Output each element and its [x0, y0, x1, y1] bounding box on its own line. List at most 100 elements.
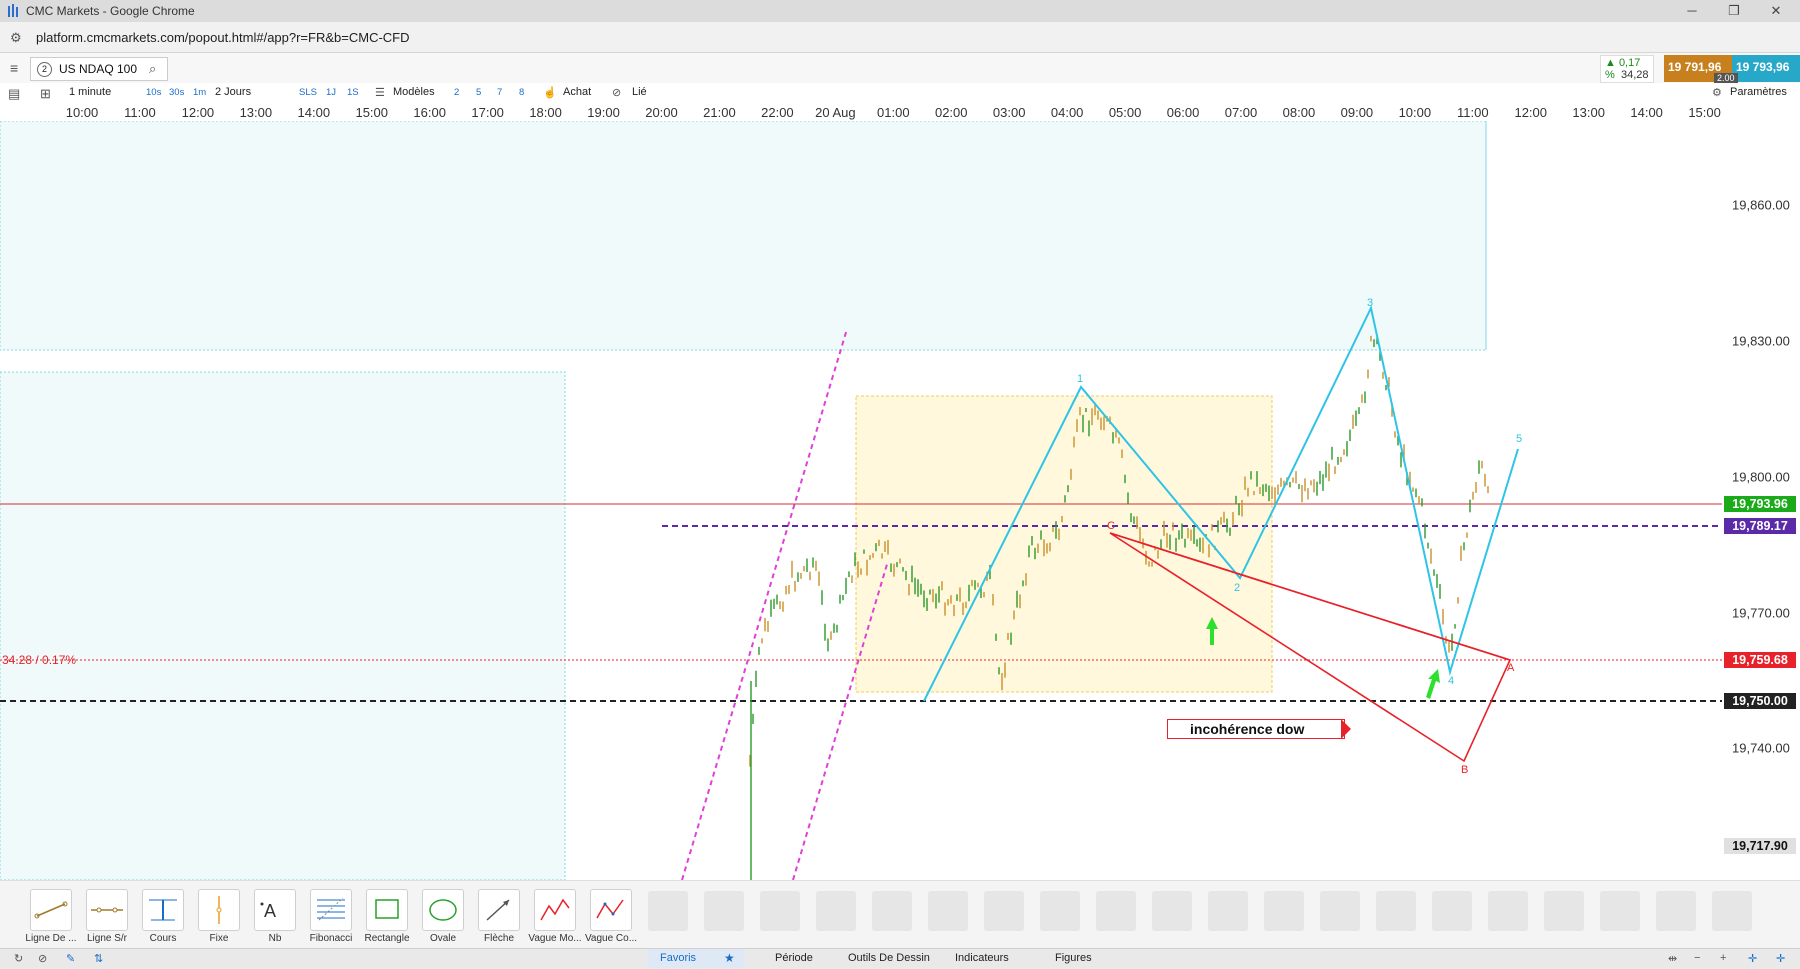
empty-tool-slot[interactable]: [928, 891, 968, 931]
menu-icon[interactable]: ≡: [10, 60, 18, 76]
empty-tool-slot[interactable]: [1320, 891, 1360, 931]
time-axis-label: 15:00: [1688, 105, 1721, 120]
swap-icon[interactable]: ⇅: [94, 952, 103, 965]
tab-indicateurs[interactable]: Indicateurs: [955, 952, 1009, 964]
empty-tool-slot[interactable]: [1432, 891, 1472, 931]
models-button[interactable]: Modèles: [393, 86, 435, 98]
empty-tool-slot[interactable]: [1544, 891, 1584, 931]
period-select[interactable]: 2 Jours: [215, 86, 251, 98]
price-chart[interactable]: 1 2 3 4 5 A B C 34.28 / 0.17% incohérenc…: [0, 121, 1723, 880]
empty-tool-slot[interactable]: [1208, 891, 1248, 931]
cancel-icon[interactable]: ⊘: [38, 952, 47, 965]
crosshair-lock-icon[interactable]: ✛: [1776, 952, 1785, 965]
price-axis: 19,860.00 19,830.00 19,800.00 19,770.00 …: [1722, 121, 1800, 880]
time-axis-label: 06:00: [1166, 105, 1200, 120]
tool-button-arrow[interactable]: [478, 889, 520, 931]
tool-button-text[interactable]: A: [254, 889, 296, 931]
empty-tool-slot[interactable]: [1656, 891, 1696, 931]
time-axis-label: 07:00: [1224, 105, 1258, 120]
tool-button-vertical-line[interactable]: [198, 889, 240, 931]
interval-select[interactable]: 1 minute: [69, 86, 111, 98]
buy-button[interactable]: 19 793,96: [1732, 55, 1800, 82]
wave-label-b: B: [1461, 764, 1469, 776]
zoom-out-icon[interactable]: −: [1694, 952, 1700, 964]
tab-favoris[interactable]: Favoris ★: [648, 949, 744, 968]
tool-button-fibonacci[interactable]: [310, 889, 352, 931]
close-button[interactable]: ✕: [1756, 2, 1796, 20]
drawing-tools-bar: Ligne De ... Ligne S/r Cours Fixe A Nb Fibonac…: [0, 880, 1800, 949]
minimize-button[interactable]: ─: [1672, 2, 1712, 20]
tool-button-trend-line[interactable]: [30, 889, 72, 931]
tab-number: 2: [37, 62, 52, 77]
empty-tool-slot[interactable]: [1152, 891, 1192, 931]
period-1s-button[interactable]: 1S: [347, 87, 359, 98]
model-2-button[interactable]: 2: [454, 87, 459, 98]
note-arrow-icon: [1341, 719, 1351, 739]
tool-label: Vague Mo...: [528, 933, 582, 944]
tool-button-price-line[interactable]: [142, 889, 184, 931]
interval-30s-button[interactable]: 30s: [169, 87, 184, 98]
empty-tool-slot[interactable]: [704, 891, 744, 931]
tool-button-oval[interactable]: [422, 889, 464, 931]
link-button[interactable]: Lié: [632, 86, 647, 98]
empty-tool-slot[interactable]: [1712, 891, 1752, 931]
wave-motive-icon: [540, 898, 570, 921]
search-icon[interactable]: ⌕: [149, 61, 156, 77]
note-label[interactable]: incohérence dow: [1167, 719, 1345, 739]
model-7-button[interactable]: 7: [497, 87, 502, 98]
interval-1m-button[interactable]: 1m: [193, 87, 206, 98]
price-axis-label: 19,770.00: [1732, 605, 1790, 621]
tab-figures[interactable]: Figures: [1055, 952, 1092, 964]
sell-price: 19 791,96: [1668, 60, 1722, 74]
wave-label-3: 3: [1367, 297, 1374, 309]
interval-10s-button[interactable]: 10s: [146, 87, 161, 98]
model-8-button[interactable]: 8: [519, 87, 524, 98]
settings-icon[interactable]: ⚙: [1712, 86, 1722, 99]
instrument-tab[interactable]: 2 US NDAQ 100 ⌕: [30, 57, 168, 81]
model-5-button[interactable]: 5: [476, 87, 481, 98]
empty-tool-slot[interactable]: [648, 891, 688, 931]
empty-tool-slot[interactable]: [1096, 891, 1136, 931]
tool-label: Ligne De ...: [25, 933, 77, 944]
url-field[interactable]: platform.cmcmarkets.com/popout.html#/app…: [36, 30, 410, 45]
tool-button-sr-line[interactable]: [86, 889, 128, 931]
grid-icon[interactable]: ⊞: [40, 86, 51, 102]
time-axis-label: 12:00: [1514, 105, 1548, 120]
zone-upper-rect: [0, 121, 1487, 351]
layout-icon[interactable]: ▤: [8, 86, 20, 102]
empty-tool-slot[interactable]: [1040, 891, 1080, 931]
empty-tool-slot[interactable]: [760, 891, 800, 931]
crosshair-icon[interactable]: ✛: [1748, 952, 1757, 965]
price-axis-label: 19,740.00: [1732, 740, 1790, 756]
fit-icon[interactable]: ⇹: [1668, 952, 1677, 965]
tab-outils-de-dessin[interactable]: Outils De Dessin: [848, 952, 930, 964]
tool-button-wave-motive[interactable]: [534, 889, 576, 931]
refresh-icon[interactable]: ↻: [14, 952, 23, 965]
wave-label-a: A: [1507, 662, 1515, 674]
tab-periode[interactable]: Période: [775, 952, 813, 964]
site-info-icon[interactable]: ⚙: [10, 30, 22, 46]
note-text: incohérence dow: [1190, 721, 1305, 737]
empty-tool-slot[interactable]: [1600, 891, 1640, 931]
tool-button-wave-corrective[interactable]: [590, 889, 632, 931]
zone-left-rect: [0, 371, 566, 880]
empty-tool-slot[interactable]: [984, 891, 1024, 931]
tool-button-rectangle[interactable]: [366, 889, 408, 931]
empty-tool-slot[interactable]: [1376, 891, 1416, 931]
empty-tool-slot[interactable]: [872, 891, 912, 931]
period-1j-button[interactable]: 1J: [326, 87, 336, 98]
settings-button[interactable]: Paramètres: [1730, 86, 1787, 98]
empty-tool-slot[interactable]: [816, 891, 856, 931]
time-axis-label: 05:00: [1108, 105, 1142, 120]
vertical-line-icon: [216, 896, 222, 924]
buy-mode-button[interactable]: Achat: [563, 86, 591, 98]
empty-tool-slot[interactable]: [1488, 891, 1528, 931]
change-pts: 34,28: [1621, 69, 1649, 81]
restore-button[interactable]: ❐: [1714, 2, 1754, 20]
wave-label-1: 1: [1077, 373, 1084, 385]
empty-tool-slot[interactable]: [1264, 891, 1304, 931]
text-icon: A: [260, 901, 276, 921]
pencil-icon[interactable]: ✎: [66, 952, 75, 965]
zoom-in-icon[interactable]: +: [1720, 952, 1726, 964]
period-sls-button[interactable]: SLS: [299, 87, 317, 98]
